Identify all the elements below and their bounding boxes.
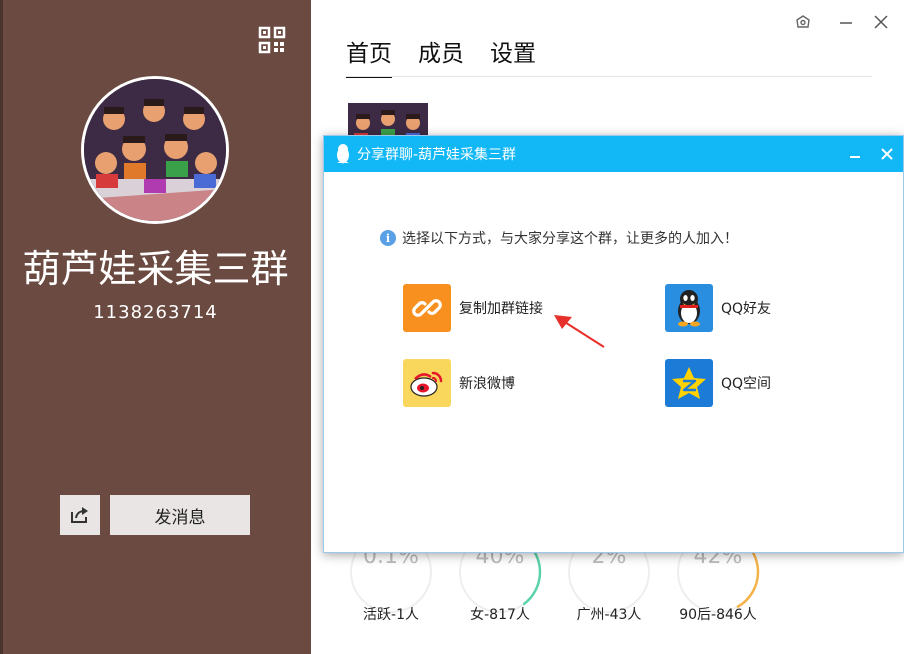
tab-settings[interactable]: 设置 — [490, 34, 536, 78]
minimize-icon[interactable] — [836, 12, 856, 32]
qr-code-icon[interactable] — [258, 26, 286, 54]
dialog-title-bar[interactable]: 分享群聊-葫芦娃采集三群 — [324, 136, 903, 172]
stat-label: 90后-846人 — [679, 607, 757, 623]
tab-home[interactable]: 首页 — [346, 34, 392, 78]
group-name: 葫芦娃采集三群 — [22, 247, 289, 291]
option-label: 新浪微博 — [459, 376, 515, 392]
settings-icon[interactable] — [793, 12, 813, 32]
qzone-icon — [665, 359, 713, 407]
qq-logo-icon — [337, 144, 349, 164]
dialog-close-icon[interactable] — [877, 144, 897, 164]
group-number: 1138263714 — [93, 302, 218, 323]
qq-penguin-icon — [665, 284, 713, 332]
option-label: QQ好友 — [721, 301, 772, 317]
close-icon[interactable] — [871, 12, 891, 32]
stat-label: 活跃-1人 — [363, 607, 419, 623]
copy-group-link-option[interactable]: 复制加群链接 — [403, 284, 543, 332]
tab-divider — [346, 76, 872, 77]
qq-friend-option[interactable]: QQ好友 — [665, 284, 771, 332]
option-label: 复制加群链接 — [459, 301, 543, 317]
dialog-title: 分享群聊-葫芦娃采集三群 — [357, 147, 517, 163]
tab-members[interactable]: 成员 — [418, 34, 464, 78]
info-icon: i — [380, 230, 396, 246]
weibo-icon — [403, 359, 451, 407]
dialog-minimize-icon[interactable] — [845, 144, 865, 164]
stat-label: 广州-43人 — [576, 607, 642, 623]
share-group-dialog: 分享群聊-葫芦娃采集三群 i 选择以下方式，与大家分享这个群，让更多的人加入！ … — [323, 135, 904, 553]
stat-label: 女-817人 — [470, 607, 530, 623]
link-icon — [403, 284, 451, 332]
share-button[interactable] — [60, 495, 100, 535]
group-avatar[interactable] — [81, 76, 229, 224]
panel-edge — [0, 0, 3, 654]
tab-bar: 首页 成员 设置 — [346, 34, 536, 78]
annotation-arrow — [554, 315, 605, 348]
share-icon — [71, 507, 88, 523]
option-label: QQ空间 — [721, 376, 772, 392]
share-hint: i 选择以下方式，与大家分享这个群，让更多的人加入！ — [380, 228, 738, 248]
send-message-button[interactable]: 发消息 — [110, 495, 250, 535]
group-profile-panel: 葫芦娃采集三群 1138263714 发消息 — [0, 0, 311, 654]
qzone-option[interactable]: QQ空间 — [665, 359, 771, 407]
hint-text: 选择以下方式，与大家分享这个群，让更多的人加入！ — [402, 231, 738, 247]
sina-weibo-option[interactable]: 新浪微博 — [403, 359, 515, 407]
